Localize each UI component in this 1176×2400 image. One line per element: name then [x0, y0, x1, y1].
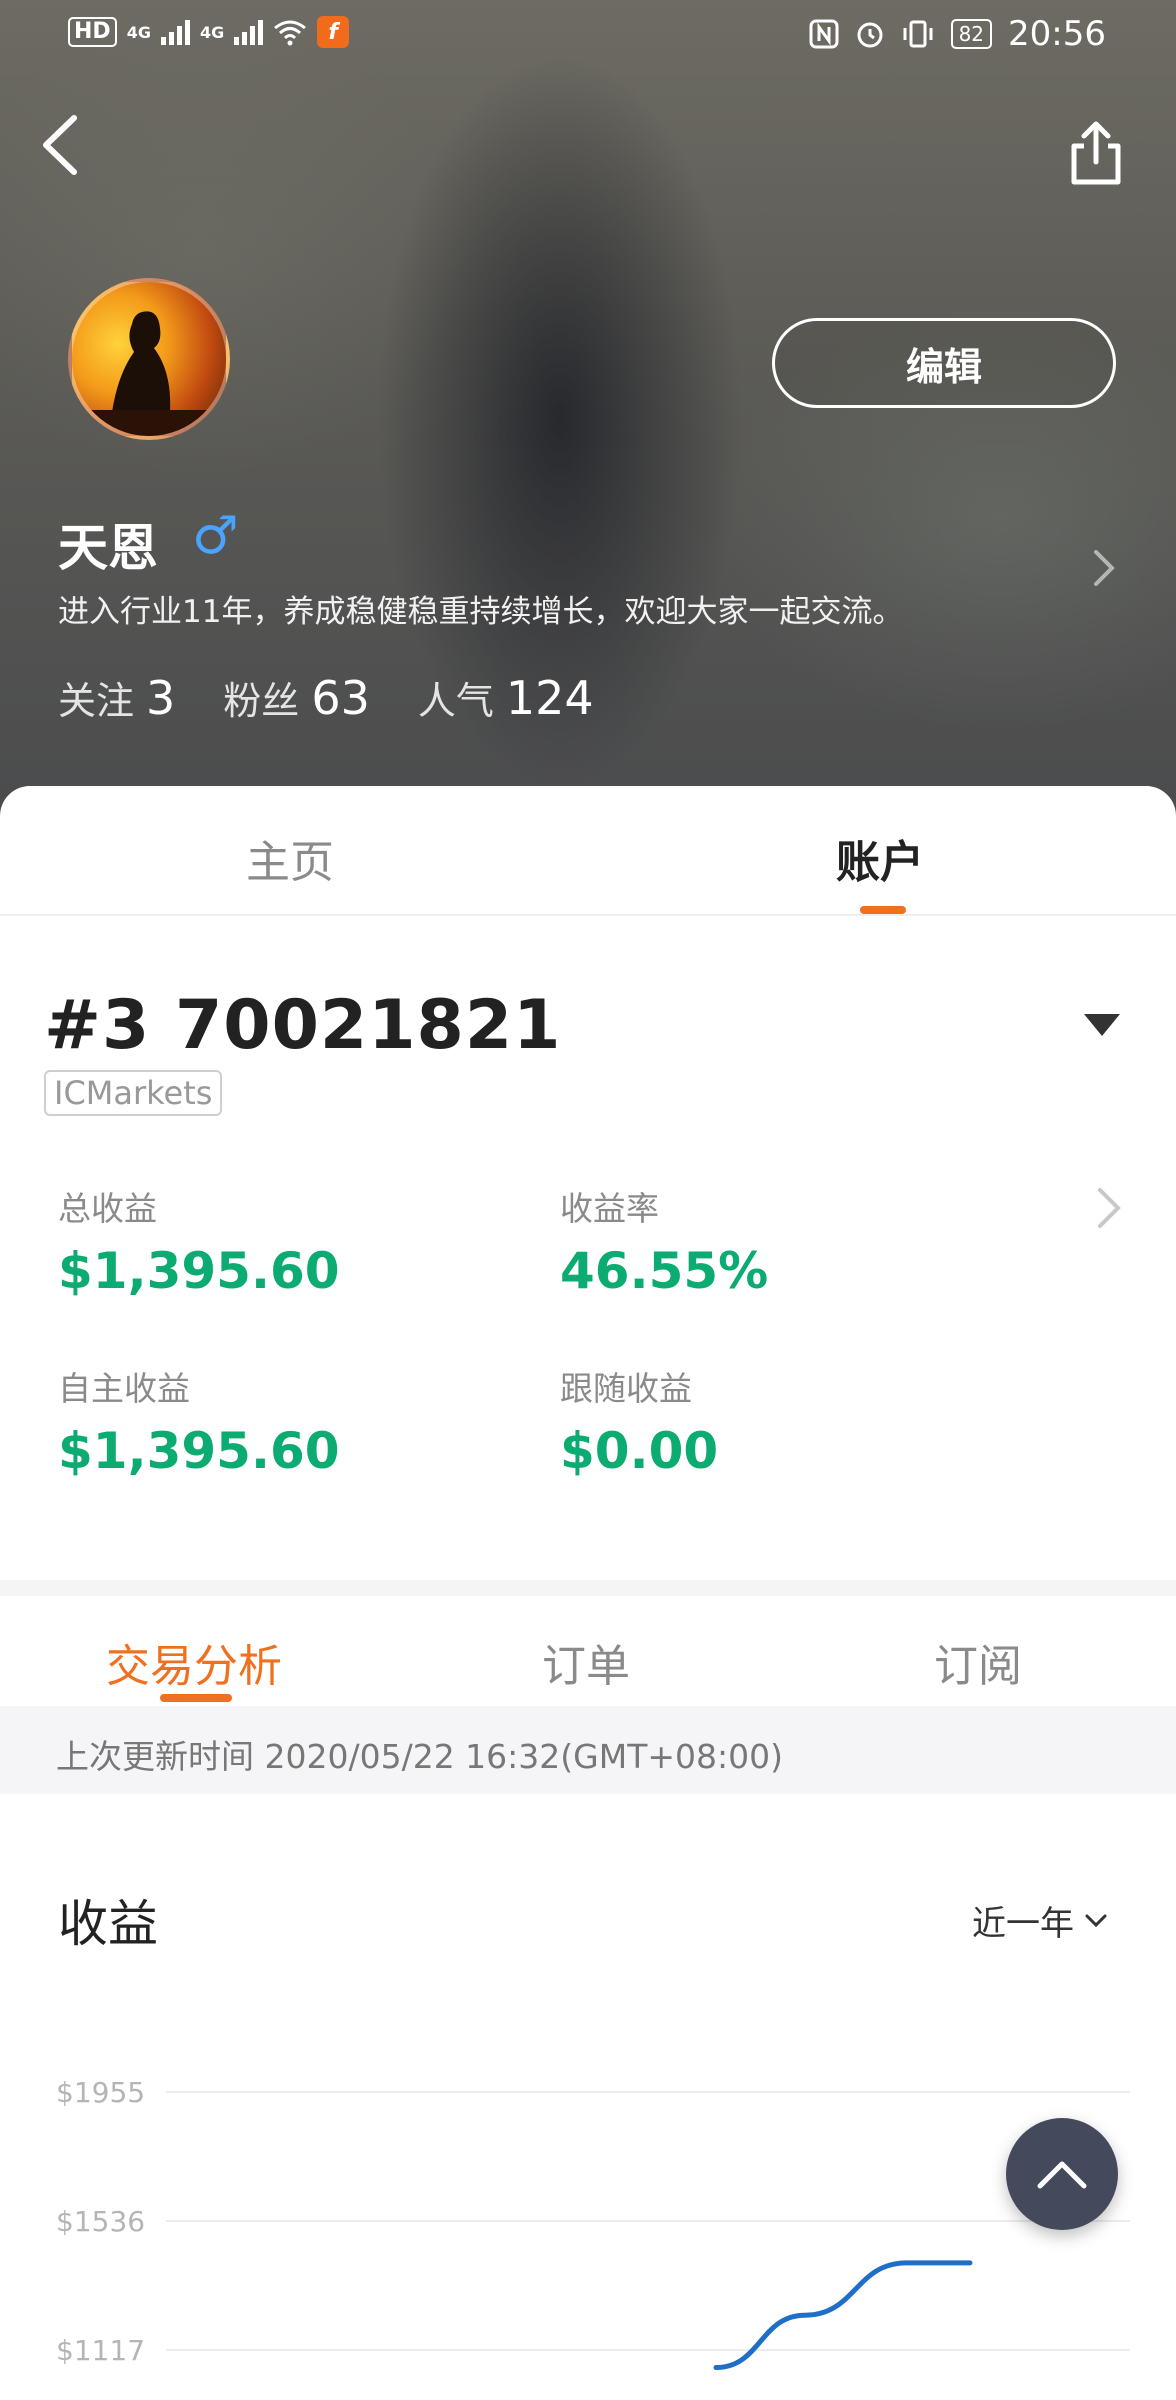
stat-followers[interactable]: 粉丝 63	[223, 670, 370, 725]
metric-label: 总收益	[58, 1189, 157, 1228]
scroll-to-top-button[interactable]	[1006, 2118, 1118, 2230]
active-subtab-indicator	[160, 1694, 232, 1702]
signal-icon-2	[234, 19, 264, 45]
metric-value: $1,395.60	[58, 1242, 340, 1300]
profile-header: HD 4G 4G f 82 20:56 编辑 天恩 ♂ 进入行业11年，养成稳健…	[0, 0, 1176, 830]
alarm-icon	[857, 22, 883, 48]
signal-icon	[160, 19, 190, 45]
username: 天恩	[58, 519, 158, 577]
tab-orders[interactable]: 订单	[542, 1630, 630, 1694]
update-bar: 上次更新时间 2020/05/22 16:32(GMT+08:00)	[0, 1706, 1176, 1794]
chevron-up-icon	[1037, 2161, 1087, 2189]
battery-indicator: 82	[950, 19, 993, 49]
hd-badge: HD	[68, 17, 117, 47]
stat-following[interactable]: 关注 3	[58, 670, 175, 725]
stat-value: 63	[311, 671, 370, 725]
stat-label: 粉丝	[223, 679, 300, 723]
profit-section-title: 收益	[58, 1895, 158, 1953]
status-left: HD 4G 4G f	[68, 16, 350, 48]
profile-stats: 关注 3 粉丝 63 人气 124	[58, 670, 642, 725]
last-update-time: 上次更新时间 2020/05/22 16:32(GMT+08:00)	[56, 1737, 783, 1776]
network-label-1: 4G	[126, 22, 151, 42]
stat-label: 人气	[417, 679, 494, 723]
stat-label: 关注	[58, 679, 135, 723]
metric-label: 自主收益	[58, 1369, 190, 1408]
account-dropdown-icon[interactable]	[1082, 1010, 1122, 1040]
metric-label: 跟随收益	[560, 1369, 692, 1408]
chevron-right-icon[interactable]	[1094, 1186, 1124, 1230]
clock: 20:56	[1008, 14, 1106, 54]
metric-value: $0.00	[560, 1422, 719, 1480]
content-sheet: 主页 账户 #3 70021821 ICMarkets 总收益 $1,395.6…	[0, 786, 1176, 2400]
main-tabs: 主页 账户	[0, 786, 1176, 916]
metric-value: $1,395.60	[58, 1422, 340, 1480]
metric-label: 收益率	[560, 1189, 659, 1228]
tab-trade-analysis[interactable]: 交易分析	[106, 1630, 282, 1694]
wifi-icon	[274, 20, 307, 46]
vibrate-icon	[903, 20, 933, 48]
profile-bio: 进入行业11年，养成稳健稳重持续增长，欢迎大家一起交流。	[58, 594, 904, 630]
y-tick-label: $1536	[56, 2205, 145, 2238]
stat-value: 3	[146, 671, 176, 725]
chevron-right-icon[interactable]	[1088, 548, 1118, 588]
profit-series-line	[713, 2260, 973, 2371]
broker-tag: ICMarkets	[44, 1070, 223, 1116]
metric-return-rate: 收益率 46.55%	[560, 1182, 768, 1300]
metric-own-profit: 自主收益 $1,395.60	[58, 1362, 340, 1480]
back-arrow-icon[interactable]	[36, 110, 86, 180]
active-tab-indicator	[860, 906, 906, 914]
tab-subscriptions[interactable]: 订阅	[934, 1630, 1022, 1694]
network-label-2: 4G	[199, 22, 225, 42]
sub-tabs: 交易分析 订单 订阅	[0, 1596, 1176, 1706]
tab-home[interactable]: 主页	[246, 826, 334, 890]
profit-chart: $1955 $1536 $1117	[56, 2076, 1130, 2371]
status-bar: HD 4G 4G f 82 20:56	[0, 0, 1176, 70]
status-right: 82 20:56	[809, 14, 1106, 54]
y-tick-label: $1955	[56, 2076, 145, 2109]
metric-follow-profit: 跟随收益 $0.00	[560, 1362, 718, 1480]
chevron-down-icon	[1085, 1914, 1107, 1927]
y-tick-label: $1117	[56, 2334, 145, 2367]
metric-total-profit: 总收益 $1,395.60	[58, 1182, 340, 1300]
period-label: 近一年	[972, 1904, 1074, 1944]
metric-value: 46.55%	[560, 1242, 769, 1300]
account-id: #3 70021821	[44, 986, 562, 1065]
avatar-image	[72, 311, 226, 436]
period-dropdown[interactable]: 近一年	[972, 1896, 1108, 1945]
app-notification-icon: f	[317, 16, 350, 48]
share-icon[interactable]	[1066, 118, 1126, 188]
avatar[interactable]	[68, 278, 230, 440]
nfc-icon	[809, 19, 839, 49]
section-divider	[0, 1580, 1176, 1596]
stat-value: 124	[505, 671, 594, 725]
edit-profile-button[interactable]: 编辑	[772, 318, 1116, 408]
male-gender-icon: ♂	[192, 506, 239, 566]
tab-account[interactable]: 账户	[836, 826, 924, 890]
stat-popularity: 人气 124	[418, 670, 594, 725]
